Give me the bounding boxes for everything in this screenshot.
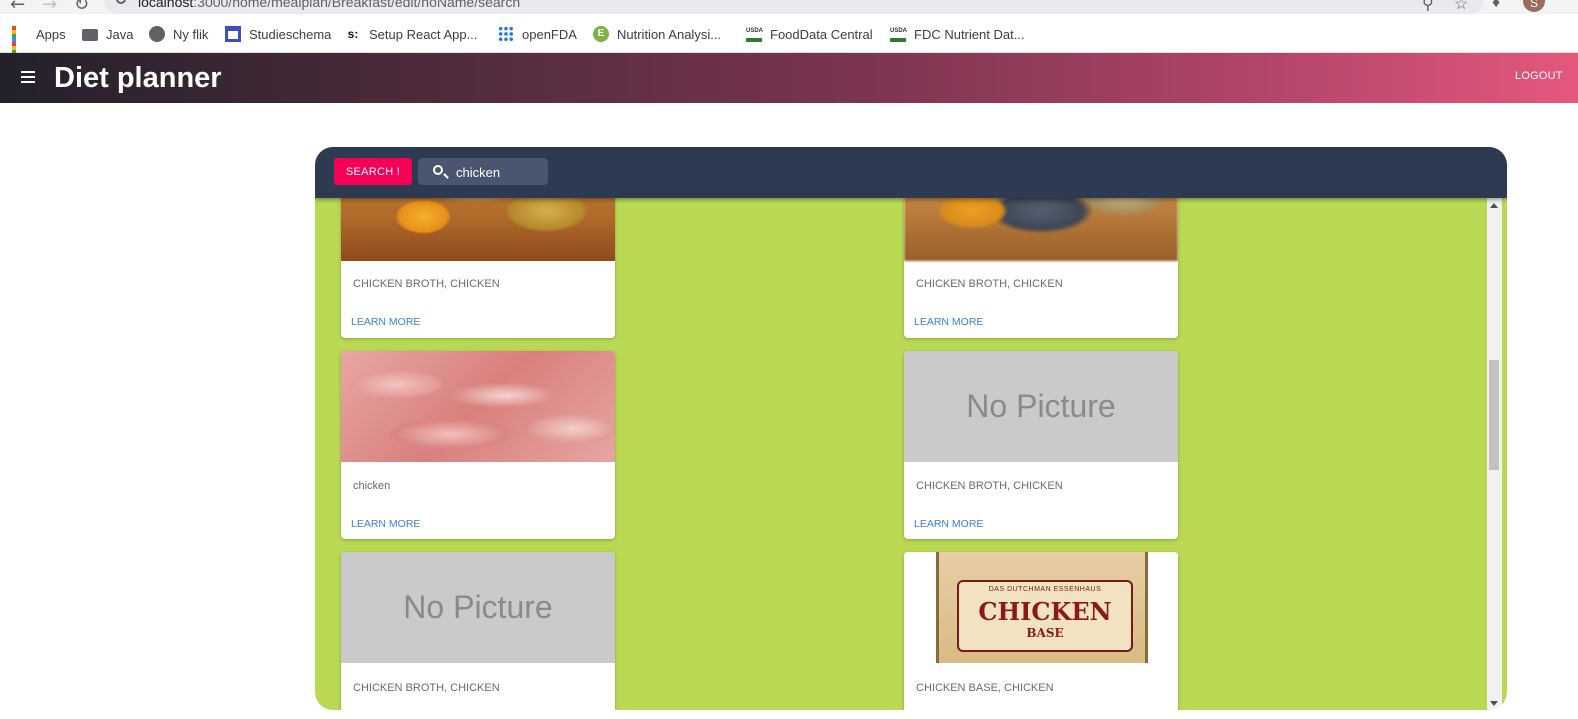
- food-card: No Picture CHICKEN BROTH, CHICKEN LEARN …: [904, 351, 1178, 539]
- bookmarks-bar: Apps Java Ny flik Studieschema s: Setup …: [0, 14, 1578, 62]
- url-host: localhost: [138, 0, 194, 10]
- package-word: CHICKEN: [978, 597, 1112, 626]
- bookmark-java[interactable]: Java: [82, 25, 133, 43]
- learn-more-link[interactable]: LEARN MORE: [351, 316, 420, 328]
- nutrition-logo-icon: E: [593, 26, 609, 42]
- app-title: Diet planner: [54, 62, 222, 94]
- food-card: chicken LEARN MORE: [341, 351, 615, 539]
- bookmark-apps[interactable]: Apps: [12, 25, 66, 62]
- bookmark-studieschema[interactable]: Studieschema: [225, 25, 331, 43]
- chicken-base-package: DAS DUTCHMAN ESSENHAUS CHICKEN BASE: [936, 552, 1148, 663]
- package-label: DAS DUTCHMAN ESSENHAUS CHICKEN BASE: [957, 580, 1133, 652]
- bookmark-label: Nutrition Analysi...: [617, 26, 722, 42]
- search-icon: [433, 165, 443, 175]
- package-sub: BASE: [1026, 626, 1064, 640]
- bookmark-ny-flik[interactable]: Ny flik: [149, 25, 208, 43]
- bookmark-fdc-nutrient[interactable]: USDA FDC Nutrient Dat...: [890, 25, 1025, 43]
- hamburger-menu-icon[interactable]: [21, 71, 36, 84]
- food-card-title: CHICKEN BROTH, CHICKEN: [916, 278, 1063, 290]
- bookmark-label: openFDA: [522, 26, 577, 42]
- usda-icon: USDA: [890, 26, 907, 42]
- scroll-down-arrow-icon[interactable]: [1490, 701, 1498, 706]
- bookmark-fooddata-central[interactable]: USDA FoodData Central: [746, 25, 873, 43]
- bookmark-openfda[interactable]: openFDA: [498, 25, 577, 43]
- search-input[interactable]: [456, 163, 544, 181]
- food-image-chicken-base: DAS DUTCHMAN ESSENHAUS CHICKEN BASE: [904, 552, 1178, 663]
- profile-avatar[interactable]: S: [1523, 0, 1545, 12]
- reload-icon[interactable]: ↻: [74, 0, 89, 14]
- results-scrollbar[interactable]: [1487, 198, 1502, 710]
- s-logo-icon: s:: [347, 27, 359, 41]
- food-image-raw-chicken: [341, 351, 615, 462]
- back-arrow-icon[interactable]: ←: [10, 0, 25, 14]
- bookmark-label: Java: [106, 26, 134, 42]
- search-field[interactable]: [418, 158, 548, 185]
- calendar-icon: [225, 26, 241, 42]
- food-card-title: CHICKEN BASE, CHICKEN: [916, 682, 1054, 694]
- food-card-title: CHICKEN BROTH, CHICKEN: [916, 480, 1063, 492]
- search-results-panel: SEARCH ! CHICKEN BROTH, CHICKEN LEARN MO…: [315, 147, 1507, 710]
- no-picture-placeholder: No Picture: [904, 351, 1178, 462]
- bookmark-label: Studieschema: [249, 26, 332, 42]
- extensions-puzzle-icon[interactable]: ♦: [1492, 0, 1500, 12]
- dots-grid-icon: [498, 26, 514, 42]
- browser-toolbar: ← → ↻ localhost:3000/home/mealplan/Break…: [0, 0, 1578, 14]
- search-toolbar: SEARCH !: [315, 147, 1507, 198]
- bookmark-label: Setup React App...: [369, 26, 478, 42]
- forward-arrow-icon[interactable]: →: [42, 0, 57, 14]
- food-card: No Picture CHICKEN BROTH, CHICKEN: [341, 552, 615, 710]
- bookmark-nutrition-analysis[interactable]: E Nutrition Analysi...: [593, 25, 721, 43]
- bookmark-label: FDC Nutrient Dat...: [914, 26, 1025, 42]
- no-picture-placeholder: No Picture: [341, 552, 615, 663]
- zoom-icon[interactable]: ⚲: [1422, 0, 1434, 14]
- learn-more-link[interactable]: LEARN MORE: [914, 316, 983, 328]
- search-button[interactable]: SEARCH !: [334, 158, 412, 185]
- scroll-up-arrow-icon[interactable]: [1490, 203, 1498, 208]
- bookmark-label: FoodData Central: [770, 26, 873, 42]
- food-card-title: CHICKEN BROTH, CHICKEN: [353, 682, 500, 694]
- learn-more-link[interactable]: LEARN MORE: [351, 518, 420, 530]
- address-url[interactable]: localhost:3000/home/mealplan/Breakfast/e…: [138, 0, 520, 10]
- food-card: DAS DUTCHMAN ESSENHAUS CHICKEN BASE CHIC…: [904, 552, 1178, 710]
- address-bar[interactable]: localhost:3000/home/mealplan/Breakfast/e…: [104, 0, 1484, 14]
- bookmark-star-icon[interactable]: ☆: [1454, 0, 1468, 14]
- app-bar: Diet planner LOGOUT: [0, 53, 1578, 103]
- url-path: :3000/home/mealplan/Breakfast/edit/noNam…: [193, 0, 521, 10]
- bookmark-label: Apps: [36, 26, 66, 42]
- usda-icon: USDA: [746, 26, 763, 42]
- folder-icon: [82, 29, 98, 41]
- site-info-icon[interactable]: [116, 0, 126, 4]
- bookmark-setup-react-app[interactable]: s: Setup React App...: [345, 25, 478, 43]
- apps-grid-icon: [12, 26, 28, 62]
- bookmark-label: Ny flik: [173, 26, 209, 42]
- globe-icon: [149, 26, 165, 42]
- package-brand: DAS DUTCHMAN ESSENHAUS: [988, 586, 1102, 593]
- scrollbar-thumb[interactable]: [1489, 360, 1499, 470]
- learn-more-link[interactable]: LEARN MORE: [914, 518, 983, 530]
- food-card-title: chicken: [353, 480, 391, 492]
- logout-button[interactable]: LOGOUT: [1515, 70, 1563, 82]
- food-card-title: CHICKEN BROTH, CHICKEN: [353, 278, 500, 290]
